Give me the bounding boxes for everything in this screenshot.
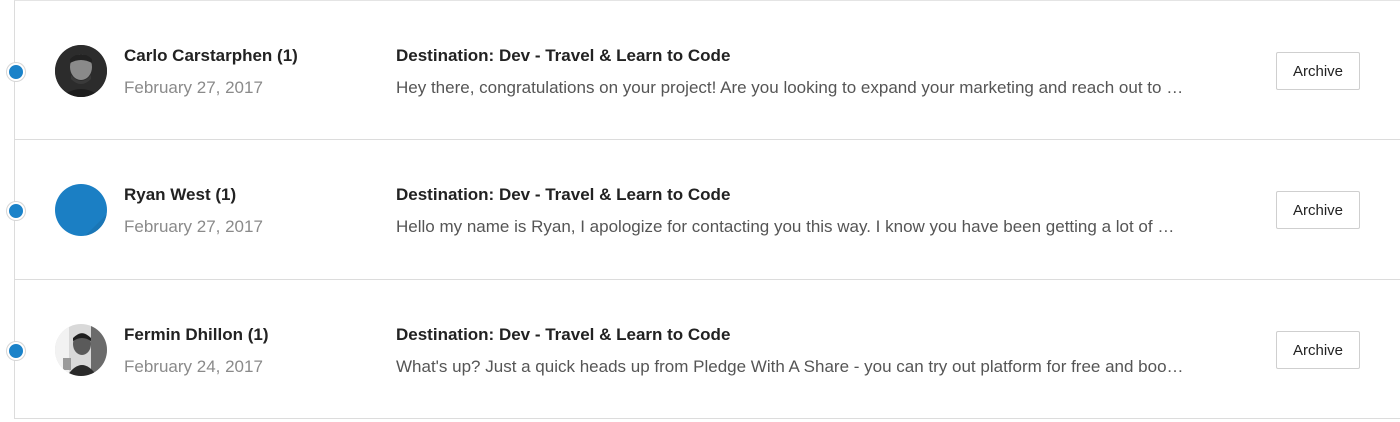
unread-dot-icon — [7, 202, 25, 220]
message-subject: Destination: Dev - Travel & Learn to Cod… — [396, 185, 731, 204]
unread-dot-icon — [7, 63, 25, 81]
person-photo-icon — [55, 324, 107, 376]
message-row[interactable]: Fermin Dhillon (1) February 24, 2017 Des… — [7, 280, 1400, 419]
message-list: Carlo Carstarphen (1) February 27, 2017 … — [0, 0, 1400, 422]
blue-circle-avatar-icon — [55, 184, 107, 236]
avatar — [55, 184, 107, 236]
sender-name: Ryan West (1) — [124, 185, 237, 204]
person-photo-icon — [55, 45, 107, 97]
sender-name: Carlo Carstarphen (1) — [124, 46, 298, 65]
archive-button[interactable]: Archive — [1276, 331, 1360, 369]
archive-button[interactable]: Archive — [1276, 191, 1360, 229]
message-date: February 27, 2017 — [124, 217, 263, 236]
message-date: February 27, 2017 — [124, 78, 263, 97]
message-preview: What's up? Just a quick heads up from Pl… — [396, 357, 1186, 376]
message-row[interactable]: Carlo Carstarphen (1) February 27, 2017 … — [7, 0, 1400, 140]
archive-button[interactable]: Archive — [1276, 52, 1360, 90]
message-preview: Hello my name is Ryan, I apologize for c… — [396, 217, 1186, 236]
message-preview: Hey there, congratulations on your proje… — [396, 78, 1186, 97]
avatar — [55, 324, 107, 376]
sender-name: Fermin Dhillon (1) — [124, 325, 269, 344]
unread-dot-icon — [7, 342, 25, 360]
message-subject: Destination: Dev - Travel & Learn to Cod… — [396, 325, 731, 344]
message-subject: Destination: Dev - Travel & Learn to Cod… — [396, 46, 731, 65]
message-row[interactable]: Ryan West (1) February 27, 2017 Destinat… — [7, 140, 1400, 280]
message-date: February 24, 2017 — [124, 357, 263, 376]
avatar — [55, 45, 107, 97]
